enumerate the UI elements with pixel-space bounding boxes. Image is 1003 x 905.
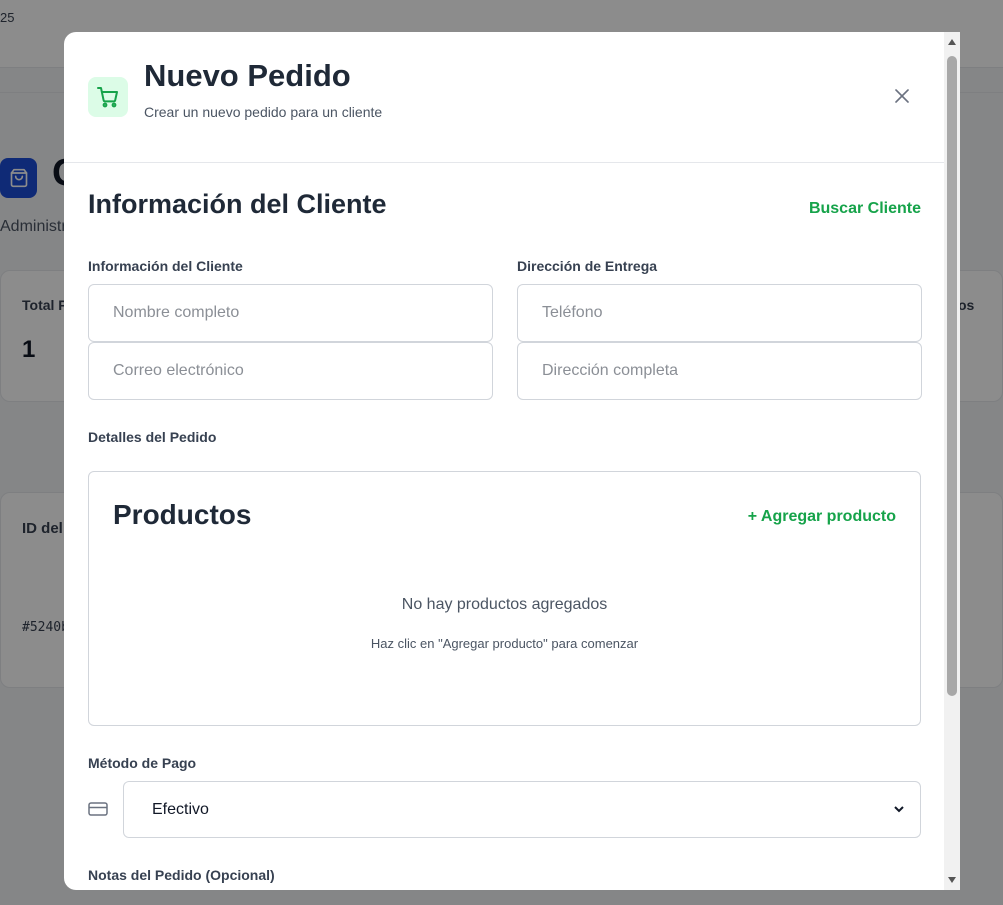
shopping-cart-icon [88, 77, 128, 117]
modal-subtitle: Crear un nuevo pedido para un cliente [144, 104, 383, 120]
new-order-modal: Nuevo Pedido Crear un nuevo pedido para … [64, 32, 960, 890]
modal-title: Nuevo Pedido [144, 58, 351, 93]
close-icon [895, 89, 909, 103]
scrollbar-thumb[interactable] [947, 56, 957, 696]
chevron-down-icon [894, 806, 904, 813]
full-name-input[interactable] [88, 284, 493, 342]
modal-header: Nuevo Pedido Crear un nuevo pedido para … [64, 32, 944, 163]
scroll-up-arrow-icon[interactable] [948, 39, 956, 45]
close-button[interactable] [890, 84, 914, 108]
search-customer-button[interactable]: Buscar Cliente [809, 200, 921, 218]
payment-method-label: Método de Pago [88, 755, 197, 771]
email-input[interactable] [88, 342, 493, 400]
customer-info-label: Información del Cliente [88, 258, 243, 274]
order-details-label: Detalles del Pedido [88, 429, 217, 445]
empty-products-message: No hay productos agregados [401, 596, 608, 613]
modal-scrollbar[interactable] [944, 32, 960, 890]
scroll-down-arrow-icon[interactable] [948, 877, 956, 883]
delivery-address-label: Dirección de Entrega [517, 258, 658, 274]
products-panel: Productos + Agregar producto No hay prod… [88, 471, 921, 726]
address-input[interactable] [517, 342, 922, 400]
payment-method-value: Efectivo [152, 800, 209, 818]
products-title: Productos [113, 499, 252, 530]
order-notes-label: Notas del Pedido (Opcional) [88, 867, 275, 883]
add-product-button[interactable]: + Agregar producto [748, 508, 896, 526]
payment-method-select[interactable]: Efectivo [123, 781, 921, 838]
empty-products-hint: Haz clic en "Agregar producto" para come… [370, 636, 639, 651]
customer-section-title: Información del Cliente [88, 189, 387, 219]
phone-input[interactable] [517, 284, 922, 342]
credit-card-icon [88, 802, 108, 816]
